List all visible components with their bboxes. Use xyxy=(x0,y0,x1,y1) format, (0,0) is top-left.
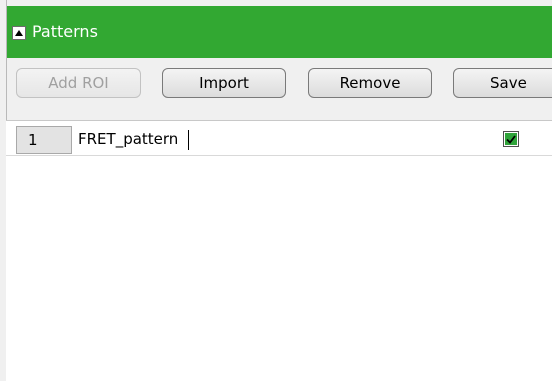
list-item[interactable]: 1 FRET_pattern xyxy=(6,121,552,156)
import-button[interactable]: Import xyxy=(162,68,286,98)
checkmark-icon xyxy=(505,133,517,145)
save-button[interactable]: Save xyxy=(453,68,552,98)
pattern-name-field[interactable]: FRET_pattern xyxy=(78,126,178,154)
panel-title: Patterns xyxy=(32,22,98,41)
toolbar: Add ROI Import Remove Save xyxy=(7,58,552,110)
pattern-list: 1 FRET_pattern xyxy=(6,120,552,381)
remove-button[interactable]: Remove xyxy=(308,68,432,98)
add-roi-button[interactable]: Add ROI xyxy=(16,68,141,98)
row-index: 1 xyxy=(16,126,72,154)
triangle-up-icon xyxy=(15,30,23,36)
collapse-button[interactable] xyxy=(12,26,26,40)
pattern-enabled-checkbox[interactable] xyxy=(503,131,519,147)
text-cursor xyxy=(188,130,189,150)
panel-header: Patterns xyxy=(7,0,552,58)
